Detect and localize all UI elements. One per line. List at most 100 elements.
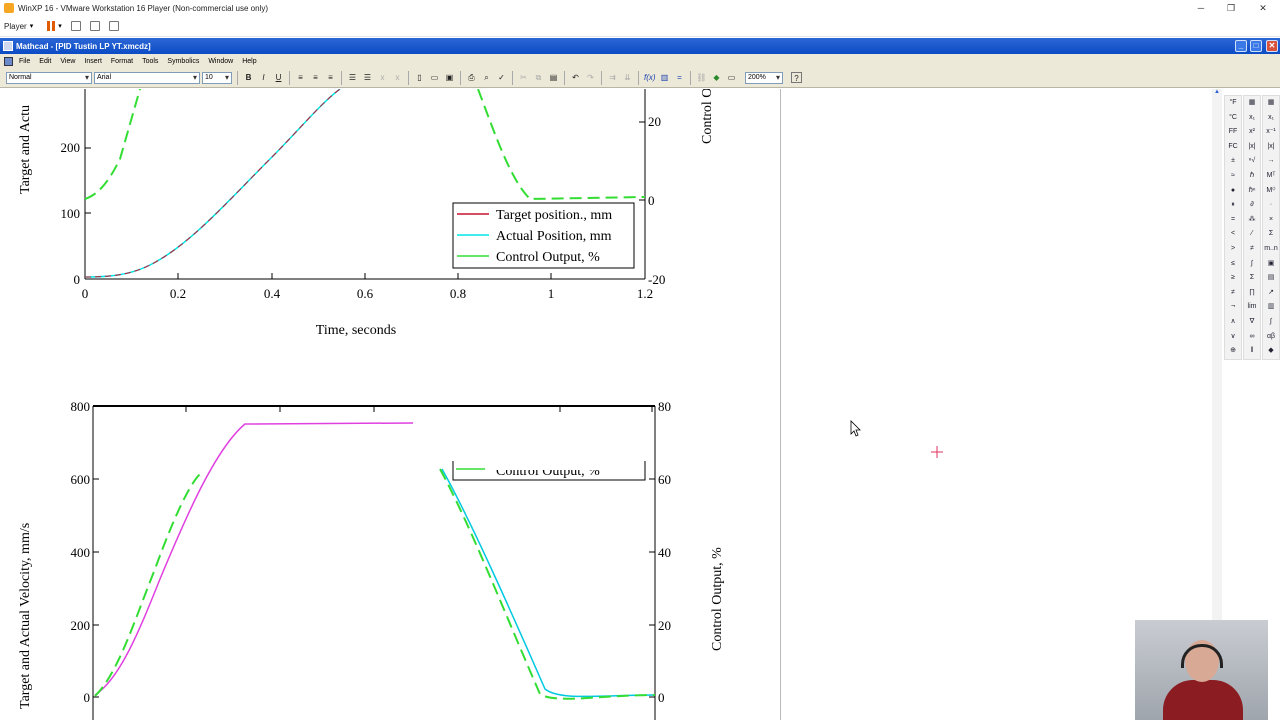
size-select[interactable]: 10	[202, 71, 232, 84]
insert-component-icon[interactable]: ◆	[711, 72, 722, 83]
fit-window-icon[interactable]	[89, 21, 100, 31]
minimize-icon[interactable]: _	[1235, 40, 1247, 52]
palette-button[interactable]: ≠	[1244, 242, 1260, 257]
bullets-icon[interactable]: ☰	[347, 72, 358, 83]
palette-button[interactable]: ⁄	[1244, 227, 1260, 242]
menu-help[interactable]: Help	[242, 58, 256, 65]
palette-button[interactable]: x²	[1244, 125, 1260, 140]
subscript-icon[interactable]: x₁	[1263, 111, 1279, 126]
palette-button[interactable]: ℏⁿ	[1244, 184, 1260, 199]
palette-button[interactable]: ¬	[1225, 300, 1241, 315]
palette-button[interactable]: ‖	[1244, 344, 1260, 359]
calculate-icon[interactable]: =	[674, 72, 685, 83]
palette-button[interactable]: ≥	[1225, 271, 1241, 286]
integral-icon[interactable]: ∫	[1263, 315, 1279, 330]
scroll-up-icon[interactable]: ▲	[1212, 89, 1222, 99]
spellcheck-icon[interactable]: ✓	[496, 72, 507, 83]
help-icon[interactable]: ?	[791, 72, 802, 83]
column-icon[interactable]: M⁽⁾	[1263, 184, 1279, 199]
palette-button[interactable]: ∫	[1244, 257, 1260, 272]
cross-product-icon[interactable]: ×	[1263, 213, 1279, 228]
palette-button[interactable]: ∨	[1225, 330, 1241, 345]
transpose-icon[interactable]: Mᵀ	[1263, 169, 1279, 184]
palette-button[interactable]: ≈	[1225, 169, 1241, 184]
new-icon[interactable]: ▯	[414, 72, 425, 83]
resource-icon[interactable]: ◆	[1263, 344, 1279, 359]
print-icon[interactable]: ⎙	[466, 72, 477, 83]
save-icon[interactable]: ▣	[444, 72, 455, 83]
range-icon[interactable]: m..n	[1263, 242, 1279, 257]
dot-product-icon[interactable]: ·	[1263, 198, 1279, 213]
insert-unit-icon[interactable]: ▥	[659, 72, 670, 83]
menu-edit[interactable]: Edit	[39, 58, 51, 65]
palette-button[interactable]: Σ	[1244, 271, 1260, 286]
send-ctrl-alt-del-icon[interactable]	[70, 21, 81, 31]
palette-button[interactable]: °C	[1225, 111, 1241, 126]
palette-button[interactable]: °F	[1225, 96, 1241, 111]
bold-button[interactable]: B	[243, 72, 254, 83]
style-select[interactable]: Normal	[6, 71, 92, 84]
minimize-icon[interactable]: ─	[1186, 0, 1216, 16]
palette-button[interactable]: ⁂	[1244, 213, 1260, 228]
palette-button[interactable]: ∇	[1244, 315, 1260, 330]
open-icon[interactable]: ▭	[429, 72, 440, 83]
menu-view[interactable]: View	[60, 58, 75, 65]
paste-icon[interactable]: ▤	[548, 72, 559, 83]
palette-button[interactable]: ⁿ√	[1244, 154, 1260, 169]
menu-file[interactable]: File	[19, 58, 30, 65]
close-icon[interactable]: ✕	[1266, 40, 1278, 52]
palette-button[interactable]: ⏸	[1225, 198, 1241, 213]
inverse-icon[interactable]: x⁻¹	[1263, 125, 1279, 140]
palette-button[interactable]: lim	[1244, 300, 1260, 315]
close-icon[interactable]: ✕	[1248, 0, 1278, 16]
matrix-palette-icon[interactable]: ▥	[1263, 300, 1279, 315]
italic-button[interactable]: I	[258, 72, 269, 83]
palette-button[interactable]: ±	[1225, 154, 1241, 169]
insert-function-icon[interactable]: f(x)	[644, 72, 656, 83]
graph-icon[interactable]: ↗	[1263, 286, 1279, 301]
palette-button[interactable]: ▦	[1244, 96, 1260, 111]
position-plot[interactable]: 200 100 0 20 0 -20 0 0.2 0.4 0.6 0.8 1 1…	[18, 89, 715, 338]
palette-button[interactable]: <	[1225, 227, 1241, 242]
chevron-down-icon[interactable]: ▾	[58, 22, 62, 30]
fullscreen-icon[interactable]	[108, 21, 119, 31]
superscript-icon[interactable]: x	[392, 72, 403, 83]
maximize-icon[interactable]: □	[1250, 40, 1262, 52]
greek-icon[interactable]: αβ	[1263, 330, 1279, 345]
palette-button[interactable]: ≤	[1225, 257, 1241, 272]
vectorize-icon[interactable]: →	[1263, 154, 1279, 169]
calculator-icon[interactable]: ▤	[1263, 271, 1279, 286]
redo-icon[interactable]: ↷	[585, 72, 596, 83]
matrix-icon[interactable]: ▦	[1263, 96, 1279, 111]
align-down-icon[interactable]: ⇊	[622, 72, 633, 83]
align-center-icon[interactable]: ≡	[310, 72, 321, 83]
worksheet[interactable]: 200 100 0 20 0 -20 0 0.2 0.4 0.6 0.8 1 1…	[0, 89, 1212, 720]
copy-icon[interactable]: ⧉	[533, 72, 544, 83]
palette-button[interactable]: FF	[1225, 125, 1241, 140]
align-across-icon[interactable]: ⇉	[607, 72, 618, 83]
insert-hyperlink-icon[interactable]: ⛓	[696, 72, 707, 83]
restore-icon[interactable]: ❐	[1216, 0, 1246, 16]
cut-icon[interactable]: ✂	[518, 72, 529, 83]
align-right-icon[interactable]: ≡	[325, 72, 336, 83]
picture-icon[interactable]: ▣	[1263, 257, 1279, 272]
player-menu[interactable]: Player	[4, 22, 27, 31]
palette-button[interactable]: =	[1225, 213, 1241, 228]
palette-button[interactable]: ≠	[1225, 286, 1241, 301]
numbering-icon[interactable]: ☰	[362, 72, 373, 83]
velocity-plot[interactable]: 800 600 400 200 0 80 60 40 20 0 Target a…	[18, 399, 725, 720]
menu-tools[interactable]: Tools	[142, 58, 158, 65]
document-icon[interactable]	[4, 56, 13, 66]
pause-icon[interactable]	[47, 21, 56, 31]
menu-symbolics[interactable]: Symbolics	[167, 58, 199, 65]
palette-button[interactable]: ⊕	[1225, 344, 1241, 359]
abs-icon[interactable]: |x|	[1263, 140, 1279, 155]
palette-button[interactable]: ∂	[1244, 198, 1260, 213]
menu-insert[interactable]: Insert	[84, 58, 102, 65]
align-left-icon[interactable]: ≡	[295, 72, 306, 83]
palette-button[interactable]: ●	[1225, 184, 1241, 199]
palette-button[interactable]: >	[1225, 242, 1241, 257]
palette-button[interactable]: ∞	[1244, 330, 1260, 345]
palette-button[interactable]: ℏ	[1244, 169, 1260, 184]
undo-icon[interactable]: ↶	[570, 72, 581, 83]
